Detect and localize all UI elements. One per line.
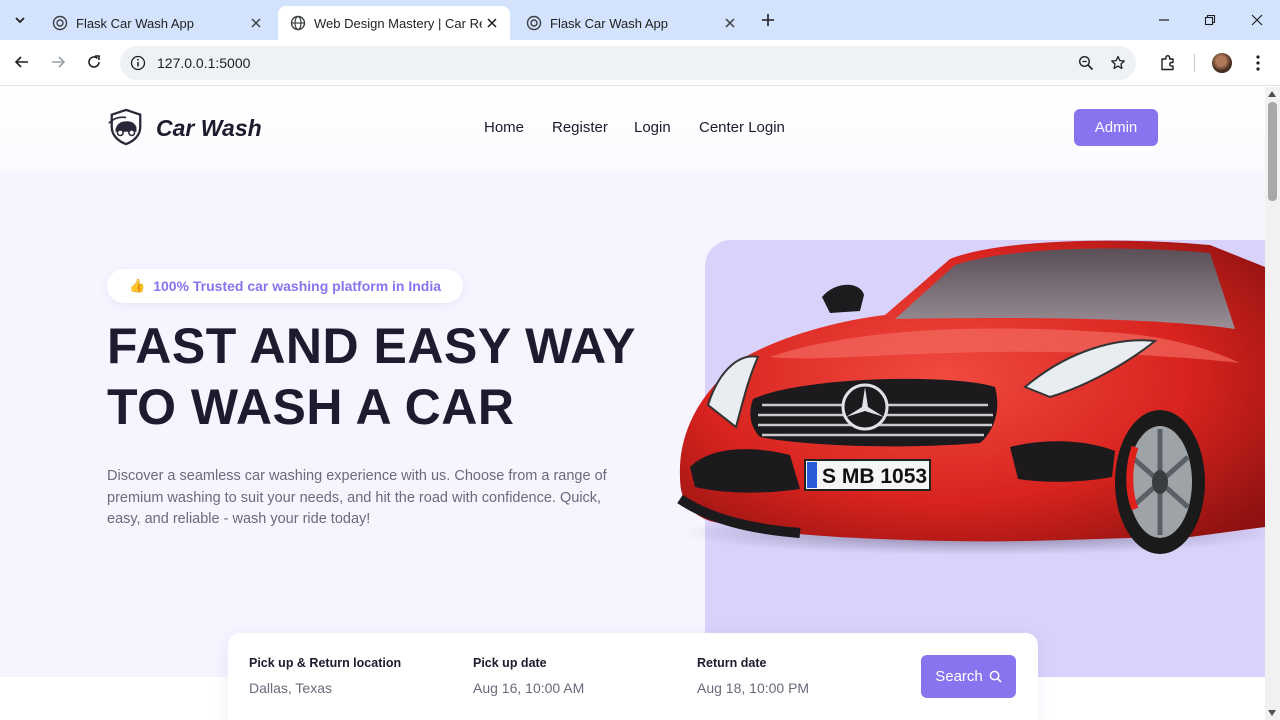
- scrollbar-thumb[interactable]: [1268, 102, 1277, 201]
- license-plate-text: S MB 1053: [822, 465, 927, 488]
- car-wash-logo-icon[interactable]: [107, 108, 145, 146]
- globe-icon: [52, 15, 68, 31]
- tab-flask-car-wash-2[interactable]: Flask Car Wash App: [514, 6, 748, 40]
- nav-link-center-login[interactable]: Center Login: [699, 119, 785, 136]
- tab-title: Flask Car Wash App: [76, 15, 195, 31]
- nav-link-home[interactable]: Home: [484, 119, 524, 136]
- pickup-date-label: Pick up date: [473, 656, 547, 670]
- search-icon: [989, 670, 1002, 683]
- close-window-icon[interactable]: [1243, 6, 1271, 34]
- restore-icon[interactable]: [1196, 6, 1224, 34]
- search-button-label: Search: [935, 668, 983, 685]
- tab-search-chevron-icon[interactable]: [8, 8, 32, 32]
- minimize-icon[interactable]: [1150, 6, 1178, 34]
- admin-button[interactable]: Admin: [1074, 109, 1158, 146]
- new-tab-plus-icon[interactable]: [756, 8, 780, 32]
- scroll-up-arrow-icon[interactable]: [1268, 91, 1276, 97]
- url-text[interactable]: 127.0.0.1:5000: [157, 55, 250, 71]
- booking-search-card: Pick up & Return location Dallas, Texas …: [228, 633, 1038, 720]
- return-date-label: Return date: [697, 656, 767, 670]
- extensions-puzzle-icon[interactable]: [1154, 49, 1182, 77]
- back-arrow-icon[interactable]: [8, 48, 36, 76]
- site-info-icon[interactable]: [128, 53, 148, 73]
- location-label: Pick up & Return location: [249, 656, 402, 670]
- profile-avatar[interactable]: [1212, 53, 1232, 73]
- headline-line-1: FAST AND EASY WAY: [107, 318, 636, 374]
- pickup-date-value[interactable]: Aug 16, 10:00 AM: [473, 680, 584, 696]
- close-tab-icon[interactable]: [482, 13, 502, 33]
- bookmark-star-icon[interactable]: [1108, 53, 1128, 73]
- site-navbar: Car Wash Home Register Login Center Logi…: [0, 87, 1265, 171]
- search-button[interactable]: Search: [921, 655, 1016, 698]
- hero-headline: FAST AND EASY WAY TO WASH A CAR: [107, 316, 667, 438]
- nav-link-register[interactable]: Register: [552, 119, 608, 136]
- tab-web-design-mastery[interactable]: Web Design Mastery | Car Rent: [278, 6, 510, 40]
- close-tab-icon[interactable]: [246, 13, 266, 33]
- page-viewport: Car Wash Home Register Login Center Logi…: [0, 87, 1265, 720]
- page-scrollbar[interactable]: [1265, 87, 1280, 720]
- tab-title: Flask Car Wash App: [550, 15, 669, 31]
- headline-line-2: TO WASH A CAR: [107, 379, 515, 435]
- location-value[interactable]: Dallas, Texas: [249, 680, 332, 696]
- browser-tab-bar: Flask Car Wash App Web Design Mastery | …: [0, 0, 1280, 40]
- thumbs-up-icon: 👍: [129, 278, 146, 293]
- forward-arrow-icon[interactable]: [44, 48, 72, 76]
- zoom-icon[interactable]: [1076, 53, 1096, 73]
- trust-badge-text: 100% Trusted car washing platform in Ind…: [153, 278, 442, 294]
- globe-icon: [290, 15, 306, 31]
- brand-name[interactable]: Car Wash: [156, 115, 262, 142]
- toolbar-divider: [1194, 54, 1195, 72]
- return-date-value[interactable]: Aug 18, 10:00 PM: [697, 680, 809, 696]
- more-menu-icon[interactable]: [1244, 49, 1272, 77]
- browser-toolbar: 127.0.0.1:5000: [0, 40, 1280, 86]
- globe-icon: [526, 15, 542, 31]
- reload-icon[interactable]: [80, 48, 108, 76]
- nav-link-login[interactable]: Login: [634, 119, 671, 136]
- address-bar[interactable]: 127.0.0.1:5000: [120, 46, 1136, 80]
- hero-description: Discover a seamless car washing experien…: [107, 468, 607, 527]
- trust-badge: 👍 100% Trusted car washing platform in I…: [107, 269, 464, 303]
- red-sports-car-image: S MB 1053: [677, 240, 1265, 555]
- scroll-down-arrow-icon[interactable]: [1268, 710, 1276, 716]
- tab-flask-car-wash-1[interactable]: Flask Car Wash App: [40, 6, 274, 40]
- close-tab-icon[interactable]: [720, 13, 740, 33]
- tab-title: Web Design Mastery | Car Rent: [314, 15, 482, 31]
